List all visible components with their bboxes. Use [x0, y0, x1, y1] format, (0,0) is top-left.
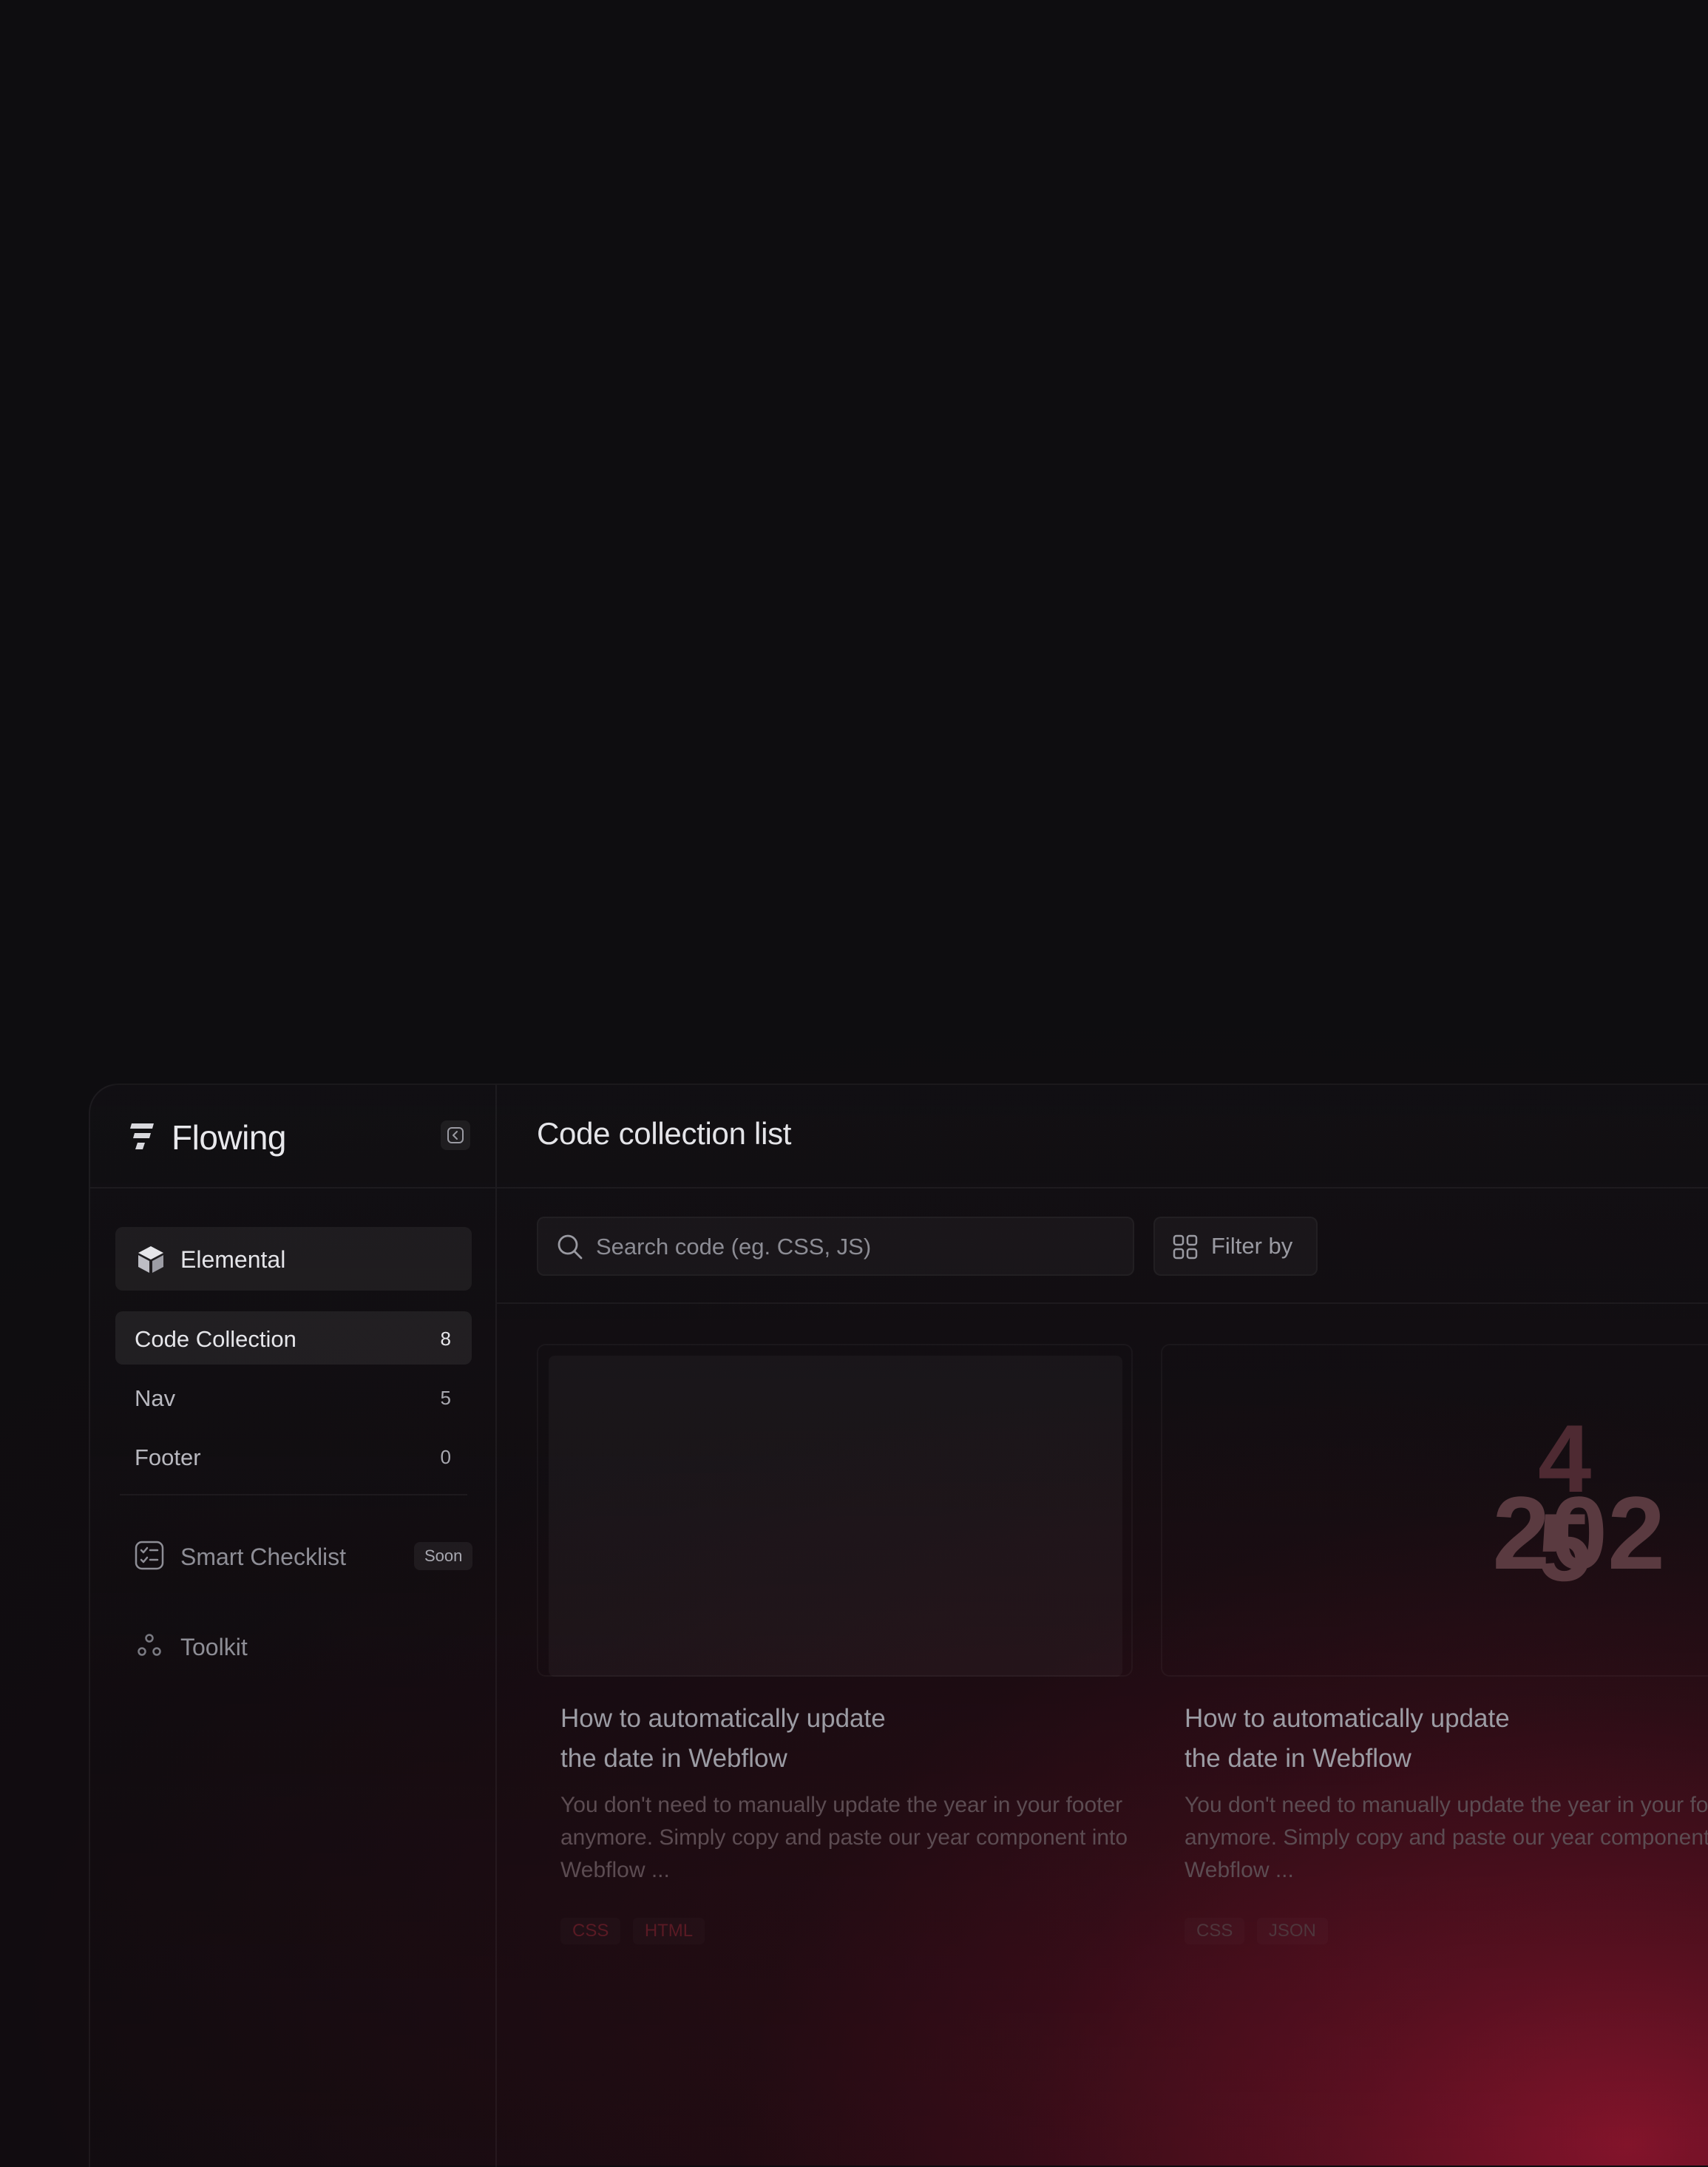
- collapse-sidebar-button[interactable]: [441, 1120, 470, 1150]
- card-tags: CSS JSON: [1185, 1918, 1337, 1944]
- sidebar-item-count: 0: [440, 1446, 451, 1468]
- toolkit-icon: [138, 1634, 161, 1656]
- sidebar-item-count: 8: [440, 1328, 451, 1350]
- sidebar-item-label: Toolkit: [180, 1634, 248, 1660]
- sidebar-item-label: Footer: [135, 1444, 201, 1470]
- tag: CSS: [572, 1921, 609, 1941]
- sidebar-item-count: 5: [440, 1387, 451, 1409]
- sidebar-section-elemental[interactable]: Elemental: [115, 1227, 472, 1291]
- filter-by-label: Filter by: [1211, 1233, 1293, 1259]
- card-thumbnail: [549, 1356, 1122, 1677]
- soon-badge: Soon: [414, 1542, 473, 1570]
- sidebar: Flowing Elemental Code Collection 8 Nav …: [90, 1085, 497, 2167]
- year-new-digit: 5: [1538, 1493, 1591, 1601]
- chevron-left-icon: [447, 1127, 464, 1143]
- code-card[interactable]: 202 4 5 How to automatically update the …: [1161, 1344, 1708, 2009]
- card-title-line: How to automatically update: [560, 1704, 886, 1733]
- sidebar-item-label: Code Collection: [135, 1326, 296, 1352]
- card-tags: CSS HTML: [560, 1918, 714, 1944]
- main-content: Code collection list Filter by: [497, 1085, 1708, 2167]
- card-title: How to automatically update the date in …: [560, 1699, 975, 1779]
- card-title: How to automatically update the date in …: [1185, 1699, 1599, 1779]
- tag: JSON: [1268, 1921, 1316, 1941]
- brand-header: Flowing: [90, 1085, 495, 1189]
- year-illustration: 202 4 5: [1492, 1404, 1665, 1601]
- search-input[interactable]: [594, 1228, 1115, 1265]
- tag: HTML: [644, 1921, 694, 1941]
- sidebar-item-code-collection[interactable]: Code Collection 8: [115, 1311, 472, 1365]
- card-thumbnail-frame: [537, 1344, 1133, 1677]
- search-box[interactable]: [537, 1217, 1134, 1276]
- sidebar-item-label: Smart Checklist: [180, 1544, 347, 1570]
- flowing-logo-icon: [130, 1123, 154, 1149]
- card-description: You don't need to manually update the ye…: [560, 1793, 1128, 1882]
- card-thumbnail-frame: 202 4 5: [1161, 1344, 1708, 1677]
- card-title-line: How to automatically update: [1185, 1704, 1510, 1733]
- sidebar-item-footer[interactable]: Footer 0: [115, 1430, 472, 1483]
- sidebar-item-smart-checklist[interactable]: Smart Checklist Soon: [115, 1526, 473, 1585]
- sidebar-item-label: Nav: [135, 1385, 176, 1411]
- card-description: You don't need to manually update the ye…: [1185, 1793, 1708, 1882]
- checklist-icon: [135, 1541, 164, 1570]
- cube-icon: [138, 1246, 163, 1273]
- app-window: Flowing Elemental Code Collection 8 Nav …: [89, 1084, 1708, 2167]
- filter-by-button[interactable]: Filter by: [1153, 1217, 1318, 1276]
- brand-name: Flowing: [172, 1118, 287, 1157]
- sidebar-item-nav[interactable]: Nav 5: [115, 1370, 472, 1424]
- sidebar-section-label: Elemental: [180, 1246, 286, 1273]
- main-header: Code collection list: [497, 1085, 1708, 1189]
- card-title-line: the date in Webflow: [1185, 1744, 1412, 1773]
- page-title: Code collection list: [537, 1116, 792, 1151]
- sidebar-item-toolkit[interactable]: Toolkit: [115, 1616, 472, 1675]
- code-card[interactable]: How to automatically update the date in …: [537, 1344, 1133, 2009]
- sidebar-divider: [120, 1494, 467, 1495]
- search-icon: [558, 1234, 583, 1260]
- card-title-line: the date in Webflow: [560, 1744, 787, 1773]
- tag: CSS: [1196, 1921, 1233, 1941]
- grid-icon: [1173, 1234, 1198, 1260]
- toolbar: Filter by: [497, 1189, 1708, 1304]
